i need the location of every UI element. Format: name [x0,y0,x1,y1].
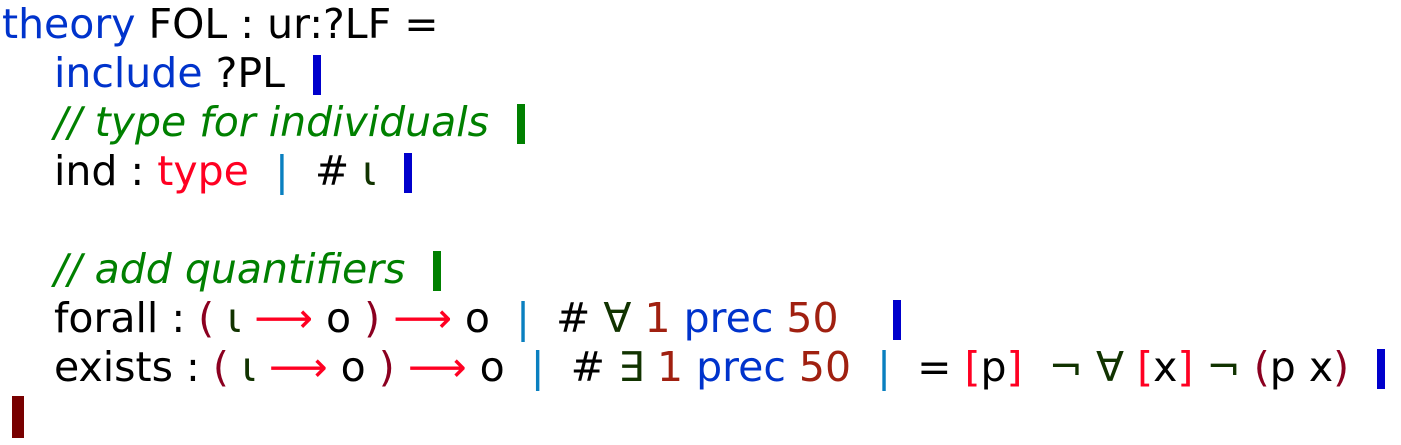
text-token: forall : [54,294,199,342]
keyword-token: prec [683,294,774,342]
code-line: forall : ( ι ⟶ o ) ⟶ o | # ∀ 1 prec 50 [2,294,1385,343]
code-line: exists : ( ι ⟶ o ) ⟶ o | # ∃ 1 prec 50 |… [2,343,1386,392]
symbol-token: ι [228,343,269,391]
type-keyword-token: type [157,147,249,195]
bracket-token: ] [1006,343,1023,391]
parenthesis-token: ) [378,343,395,391]
parenthesis-token: ) [1333,343,1350,391]
symbol-token: ∀ [1095,343,1125,391]
number-token: 50 [798,343,852,391]
arrow-symbol-token: ⟶ [268,343,328,391]
code-line: ind : type | # ι [2,147,1385,196]
separator-token: | [516,294,530,342]
comment-delimiter [433,251,442,291]
symbol-token: ¬ [1206,343,1241,391]
parenthesis-token: ) [364,294,381,342]
arrow-symbol-token: ⟶ [393,294,452,342]
code-line: include ?PL [2,49,1385,98]
arrow-symbol-token: ⟶ [254,294,313,342]
code-line [2,392,1385,441]
bracket-token: [ [964,343,981,391]
text-token: ind : [54,147,158,195]
comment-delimiter [517,104,526,144]
code-line: theory FOL : ur:?LF = [2,0,1385,49]
module-delimiter [12,396,24,438]
number-token: 1 [656,343,684,391]
comment-token: // type for individuals [54,98,516,146]
keyword-token: include [54,49,203,97]
text-token: FOL : ur:?LF = [135,0,439,48]
text-token: # [529,294,604,342]
symbol-token: ι [214,294,255,342]
number-token: 1 [644,294,671,342]
separator-token: | [877,343,891,391]
parenthesis-token: ( [212,343,229,391]
text-token: p x [1269,343,1334,391]
text-token: = [891,343,965,391]
code-line: // add quantifiers [2,245,1385,294]
text-token: o [327,343,379,391]
comment-token: // add quantifiers [54,245,432,293]
symbol-token: ∃ [618,343,644,391]
separator-token: | [530,343,545,391]
arrow-symbol-token: ⟶ [407,343,467,391]
parenthesis-token: ( [198,294,215,342]
text-token: o [312,294,365,342]
text-token: o [466,343,531,391]
decl-delimiter [892,300,901,340]
decl-delimiter [404,153,413,193]
bracket-token: ] [1177,343,1194,391]
keyword-token: prec [696,343,786,391]
text-token: # [544,343,619,391]
symbol-token: ι [362,147,377,195]
symbol-token: ¬ [1048,343,1083,391]
parenthesis-token: ( [1253,343,1270,391]
text-token: exists : [54,343,213,391]
number-token: 50 [786,294,839,342]
decl-delimiter [312,55,321,95]
text-token: # [288,147,363,195]
separator-token: | [274,147,289,195]
symbol-token: ∀ [603,294,632,342]
code-editor[interactable]: theory FOL : ur:?LF = include ?PL // type… [2,0,1386,441]
text-token: o [451,294,517,342]
decl-delimiter [1377,349,1386,389]
text-token: ?PL [202,49,311,97]
code-line: // type for individuals [2,98,1385,147]
keyword-token: theory [2,0,136,48]
text-token: x [1153,343,1178,391]
text-token: p [980,343,1007,391]
bracket-token: [ [1137,343,1154,391]
